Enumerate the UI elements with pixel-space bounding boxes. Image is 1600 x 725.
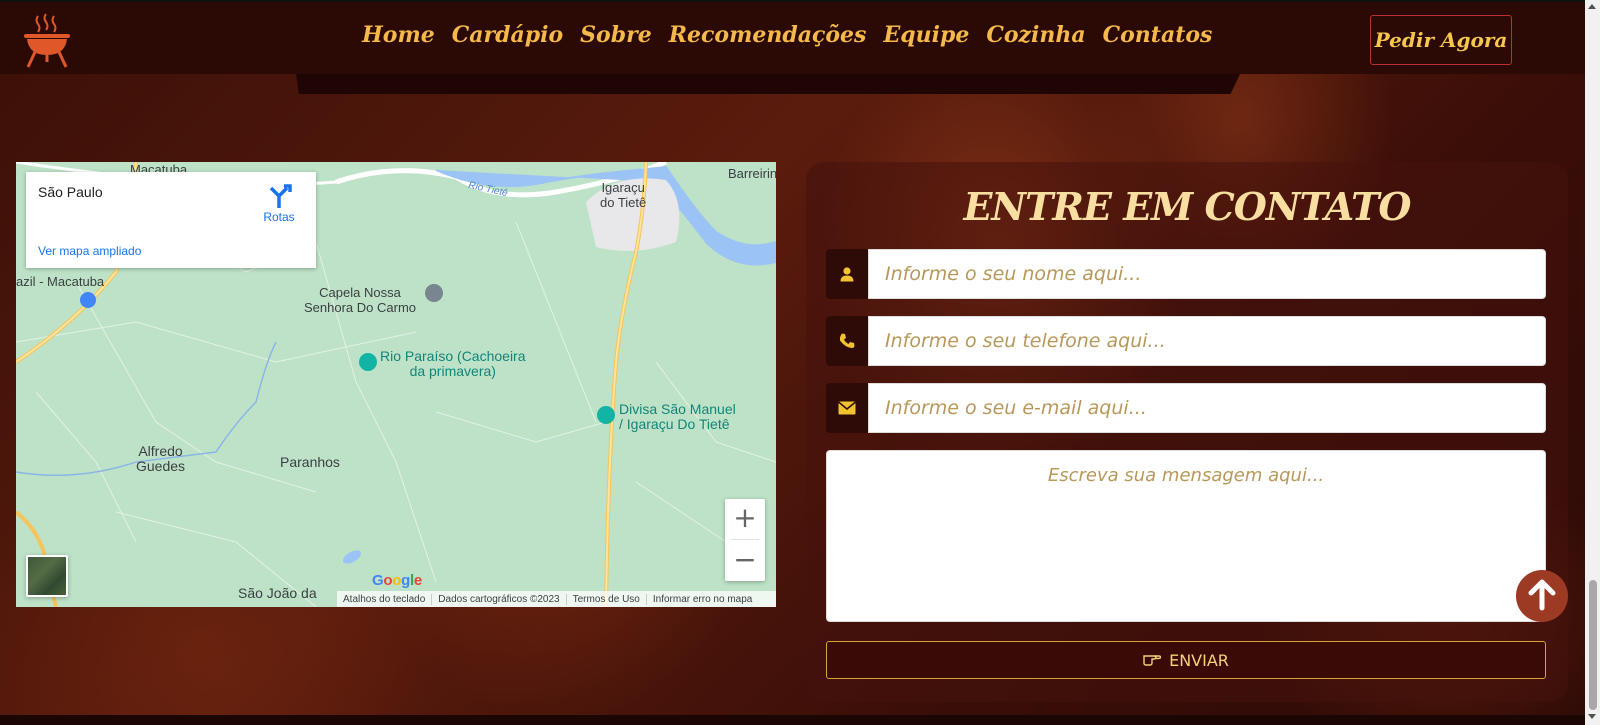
terms-link[interactable]: Termos de Uso (567, 593, 647, 605)
envelope-icon (826, 383, 868, 433)
embedded-map[interactable]: Macatuba Rio Tietê Igaraçu do Tietê Barr… (16, 162, 776, 607)
nav-sobre[interactable]: Sobre (580, 22, 652, 48)
map-label-rio-paraiso: Rio Paraíso (Cachoeira da primavera) (380, 348, 526, 379)
keyboard-shortcuts-link[interactable]: Atalhos do teclado (337, 593, 433, 605)
phone-field-group (826, 316, 1546, 366)
map-label-capela: Capela Nossa Senhora Do Carmo (304, 285, 416, 315)
scroll-thumb[interactable] (1589, 580, 1597, 710)
contact-panel: ENTRE EM CONTATO Informe o seu nome aqui… (806, 162, 1568, 702)
zoom-out-button[interactable]: − (725, 541, 765, 581)
grill-icon[interactable] (22, 12, 72, 68)
map-label-alfredo: Alfredo Guedes (136, 443, 186, 474)
zoom-controls: + − (725, 499, 765, 581)
map-label-sao-joao: São João da (238, 585, 317, 601)
map-label-barreira: Barreirin (728, 166, 776, 181)
report-error-link[interactable]: Informar erro no mapa (647, 594, 759, 605)
map-info-card: São Paulo Rotas Ver mapa ampliado (26, 172, 316, 268)
map-label-divisa: Divisa São Manuel / Igaraçu Do Tietê (619, 401, 736, 432)
navbar: Home Cardápio Sobre Recomendações Equipe… (0, 0, 1585, 74)
map-footer: Atalhos do teclado Dados cartográficos ©… (337, 591, 776, 607)
nav-home[interactable]: Home (362, 22, 435, 48)
nav-contatos[interactable]: Contatos (1103, 22, 1213, 48)
nav-cardapio[interactable]: Cardápio (452, 22, 563, 48)
map-data-credit: Dados cartográficos ©2023 (432, 593, 567, 605)
phone-icon (826, 316, 868, 366)
contact-title: ENTRE EM CONTATO (963, 184, 1411, 229)
directions-button[interactable]: Rotas (258, 182, 300, 226)
name-input[interactable] (868, 249, 1546, 299)
hand-pointer-icon (1143, 651, 1162, 670)
satellite-toggle[interactable] (26, 555, 68, 597)
map-place-title: São Paulo (38, 184, 103, 200)
map-label-paranhos: Paranhos (280, 454, 340, 470)
user-icon (826, 249, 868, 299)
directions-label: Rotas (263, 210, 295, 224)
nav-cozinha[interactable]: Cozinha (986, 22, 1085, 48)
nav-recomendacoes[interactable]: Recomendações (669, 22, 867, 48)
message-textarea[interactable] (826, 450, 1546, 622)
section-divider (296, 74, 1240, 94)
back-to-top-button[interactable] (1516, 570, 1568, 622)
scroll-down-icon[interactable] (1588, 714, 1596, 719)
nav-links: Home Cardápio Sobre Recomendações Equipe… (362, 22, 1212, 48)
email-field-group (826, 383, 1546, 433)
zoom-separator (731, 539, 759, 540)
page-scrollbar[interactable] (1585, 0, 1600, 725)
scroll-up-icon[interactable] (1588, 4, 1596, 9)
send-button[interactable]: ENVIAR (826, 641, 1546, 679)
google-logo: Google (372, 572, 422, 589)
name-field-group (826, 249, 1546, 299)
nav-equipe[interactable]: Equipe (883, 22, 969, 48)
phone-input[interactable] (868, 316, 1546, 366)
order-now-button[interactable]: Pedir Agora (1370, 15, 1512, 65)
footer-strip (0, 715, 1585, 725)
zoom-in-button[interactable]: + (725, 499, 765, 539)
email-input[interactable] (868, 383, 1546, 433)
view-larger-map-link[interactable]: Ver mapa ampliado (38, 244, 141, 258)
map-label-igaracu: Igaraçu do Tietê (600, 180, 647, 210)
arrow-up-icon (1524, 576, 1560, 616)
map-label-brazil-macatuba: azil - Macatuba (16, 274, 105, 289)
send-label: ENVIAR (1169, 650, 1229, 670)
